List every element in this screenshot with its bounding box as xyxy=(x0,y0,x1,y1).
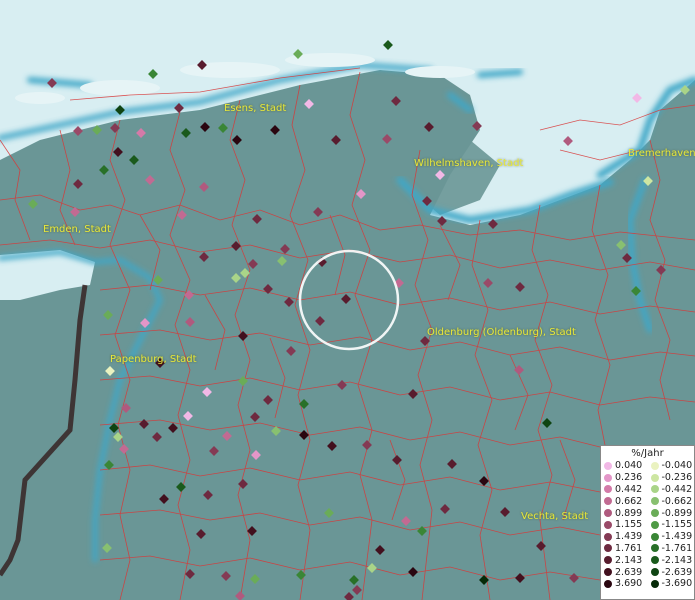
legend-entry-positive: 2.143 xyxy=(601,555,648,566)
legend-swatch xyxy=(650,485,659,494)
legend-swatch xyxy=(604,509,612,518)
legend-entry-negative: -2.639 xyxy=(648,567,695,578)
legend-entry-positive: 1.761 xyxy=(601,543,648,554)
legend-row: 0.040 -0.040 xyxy=(601,460,694,472)
legend-row: 0.899 -0.899 xyxy=(601,507,694,519)
legend-label: -0.662 xyxy=(661,495,693,507)
legend-swatch xyxy=(604,579,612,588)
legend-swatch xyxy=(604,520,612,529)
legend-label: 0.040 xyxy=(615,460,643,472)
legend-swatch xyxy=(604,568,612,577)
legend-label: -3.690 xyxy=(661,578,693,590)
legend-label: -0.236 xyxy=(661,472,693,484)
legend-label: 1.761 xyxy=(615,542,643,554)
legend-swatch xyxy=(650,556,659,565)
legend-title: %/Jahr xyxy=(631,448,664,459)
legend-swatch xyxy=(650,461,659,470)
legend-entry-positive: 3.690 xyxy=(601,578,648,589)
legend-entry-negative: -0.899 xyxy=(648,508,695,519)
legend-entry-positive: 1.439 xyxy=(601,531,648,542)
legend-entry-positive: 0.899 xyxy=(601,508,648,519)
legend-entry-negative: -0.442 xyxy=(648,484,695,495)
legend-label: -1.761 xyxy=(661,542,693,554)
legend-swatch xyxy=(604,497,612,506)
legend-row: 1.439 -1.439 xyxy=(601,531,694,543)
legend-row: 2.143 -2.143 xyxy=(601,554,694,566)
legend-entry-negative: -1.439 xyxy=(648,531,695,542)
legend-row: 2.639 -2.639 xyxy=(601,566,694,578)
legend-entry-negative: -1.761 xyxy=(648,543,695,554)
legend-label: 2.639 xyxy=(615,566,643,578)
legend-row: 0.442 -0.442 xyxy=(601,484,694,496)
legend-label: -1.439 xyxy=(661,531,693,543)
legend-label: 1.439 xyxy=(615,531,643,543)
legend-label: -0.442 xyxy=(661,483,693,495)
legend-entry-negative: -1.155 xyxy=(648,519,695,530)
legend-entry-positive: 0.040 xyxy=(601,460,648,471)
legend-swatch xyxy=(650,532,659,541)
legend-swatch xyxy=(650,579,659,588)
legend-label: -1.155 xyxy=(661,519,693,531)
legend-label: -2.639 xyxy=(661,566,693,578)
legend-row: 1.155 -1.155 xyxy=(601,519,694,531)
city-label-papenburg: Papenburg, Stadt xyxy=(110,354,197,365)
legend-swatch xyxy=(604,473,612,482)
legend-label: 3.690 xyxy=(615,578,643,590)
city-label-vechta: Vechta, Stadt xyxy=(521,511,589,522)
legend-entry-negative: -0.040 xyxy=(648,460,695,471)
legend-label: 0.442 xyxy=(615,483,643,495)
legend-swatch xyxy=(650,473,659,482)
legend-swatch xyxy=(650,497,659,506)
legend-label: -0.040 xyxy=(661,460,693,472)
legend-entry-positive: 1.155 xyxy=(601,519,648,530)
legend-label: 0.662 xyxy=(615,495,643,507)
legend-rows: 0.040 -0.040 0.236 -0.236 0.442 -0.442 0.662 -0… xyxy=(601,460,694,590)
legend-swatch xyxy=(604,544,612,553)
legend-row: 0.236 -0.236 xyxy=(601,472,694,484)
legend-entry-positive: 2.639 xyxy=(601,567,648,578)
legend-label: 0.236 xyxy=(615,472,643,484)
legend-swatch xyxy=(604,532,612,541)
legend-label: 1.155 xyxy=(615,519,643,531)
legend-entry-negative: -0.236 xyxy=(648,472,695,483)
legend-swatch xyxy=(604,556,612,565)
map-canvas[interactable] xyxy=(0,0,695,600)
legend-swatch xyxy=(650,568,659,577)
legend-entry-positive: 0.236 xyxy=(601,472,648,483)
legend-entry-negative: -0.662 xyxy=(648,496,695,507)
legend-row: 0.662 -0.662 xyxy=(601,495,694,507)
legend-row: 1.761 -1.761 xyxy=(601,543,694,555)
legend-swatch xyxy=(604,461,612,470)
legend-entry-positive: 0.442 xyxy=(601,484,648,495)
city-label-esens: Esens, Stadt xyxy=(224,103,287,114)
legend-label: -2.143 xyxy=(661,554,693,566)
legend-entry-positive: 0.662 xyxy=(601,496,648,507)
legend: %/Jahr 0.040 -0.040 0.236 -0.236 0.442 -0.442… xyxy=(600,445,695,600)
legend-swatch xyxy=(650,520,659,529)
city-label-oldenburg: Oldenburg (Oldenburg), Stadt xyxy=(427,327,576,338)
city-label-wilhelmshaven: Wilhelmshaven, Stadt xyxy=(414,158,524,169)
legend-label: 0.899 xyxy=(615,507,643,519)
legend-swatch xyxy=(604,485,612,494)
legend-row: 3.690 -3.690 xyxy=(601,578,694,590)
legend-label: 2.143 xyxy=(615,554,643,566)
legend-entry-negative: -2.143 xyxy=(648,555,695,566)
city-label-bremerhaven: Bremerhaven xyxy=(628,148,695,159)
legend-entry-negative: -3.690 xyxy=(648,578,695,589)
city-label-emden: Emden, Stadt xyxy=(43,224,111,235)
legend-label: -0.899 xyxy=(661,507,693,519)
legend-swatch xyxy=(650,509,659,518)
legend-swatch xyxy=(650,544,659,553)
